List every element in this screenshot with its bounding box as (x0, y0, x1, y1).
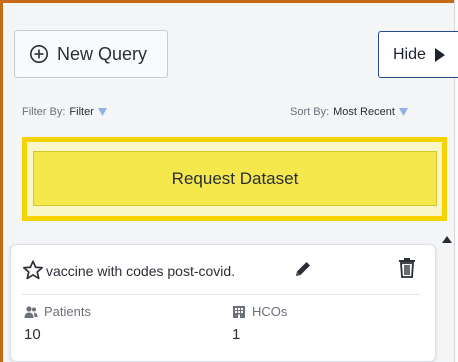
filter-by-value: Filter (69, 106, 94, 118)
caret-down-icon (398, 108, 408, 116)
patients-stat-label: Patients (24, 304, 91, 319)
query-card[interactable] (10, 244, 436, 362)
filter-by[interactable]: Filter By: Filter (22, 106, 107, 118)
patients-label: Patients (44, 304, 91, 319)
new-query-button[interactable]: New Query (14, 30, 168, 78)
hcos-value: 1 (232, 326, 241, 343)
filter-by-label: Filter By: (22, 106, 66, 118)
sort-by-label: Sort By: (290, 106, 330, 118)
sort-by[interactable]: Sort By: Most Recent (290, 106, 408, 118)
new-query-label: New Query (57, 43, 148, 64)
pencil-icon[interactable] (293, 259, 313, 279)
card-divider (22, 294, 420, 295)
query-title: vaccine with codes post-covid. (46, 263, 236, 279)
star-icon[interactable] (22, 259, 44, 281)
caret-down-icon (97, 108, 107, 116)
sort-by-value: Most Recent (333, 106, 395, 118)
plus-circle-icon (30, 45, 48, 63)
triangle-right-icon (434, 47, 445, 62)
request-dataset-button[interactable]: Request Dataset (33, 151, 437, 206)
building-icon (233, 305, 245, 318)
hide-button[interactable]: Hide (378, 31, 458, 78)
patients-value: 10 (24, 326, 41, 343)
trash-icon[interactable] (398, 258, 416, 278)
people-icon (24, 305, 38, 318)
hide-label: Hide (393, 45, 426, 63)
request-dataset-label: Request Dataset (171, 168, 299, 188)
scroll-up-arrow-icon[interactable] (442, 236, 452, 243)
hcos-label: HCOs (252, 304, 288, 319)
hcos-stat-label: HCOs (232, 304, 287, 319)
